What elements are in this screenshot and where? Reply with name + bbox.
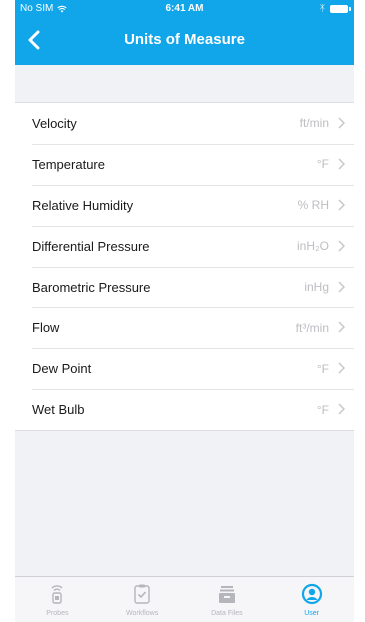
unit-value: °F: [316, 157, 329, 172]
units-list: Velocity ft/min Temperature °F Relative …: [15, 102, 354, 432]
unit-value: inH₂O: [297, 239, 329, 254]
tab-label: User: [304, 610, 320, 617]
unit-row-wet-bulb[interactable]: Wet Bulb °F: [15, 389, 354, 430]
unit-row-flow[interactable]: Flow ft³/min: [15, 307, 354, 348]
unit-label: Differential Pressure: [32, 238, 150, 254]
unit-label: Flow: [32, 320, 60, 336]
chevron-right-icon: [338, 281, 345, 293]
status-bar: No SIM 6:41 AM ᛡ: [15, 0, 354, 17]
unit-row-barometric-pressure[interactable]: Barometric Pressure inHg: [15, 266, 354, 308]
unit-value: % RH: [297, 198, 329, 213]
tab-workflows[interactable]: Workflows: [100, 577, 185, 622]
tab-label: Data Files: [211, 610, 243, 617]
user-icon: [301, 583, 322, 605]
unit-value: ft/min: [299, 116, 329, 131]
navigation-bar: Units of Measure: [15, 17, 354, 65]
unit-row-differential-pressure[interactable]: Differential Pressure inH₂O: [15, 225, 354, 267]
battery-icon: [330, 4, 351, 13]
bluetooth-icon: ᛡ: [319, 3, 325, 13]
unit-label: Temperature: [32, 156, 105, 172]
unit-value: inHg: [304, 280, 329, 294]
unit-value: °F: [316, 402, 329, 417]
status-right: ᛡ: [319, 3, 351, 13]
chevron-right-icon: [338, 321, 345, 333]
data-files-icon: [218, 586, 235, 603]
unit-label: Relative Humidity: [32, 197, 134, 213]
chevron-right-icon: [338, 240, 345, 252]
phone-screen: No SIM 6:41 AM ᛡ Units of Measure Veloci…: [15, 0, 354, 622]
unit-label: Wet Bulb: [32, 402, 85, 418]
chevron-right-icon: [338, 117, 345, 129]
tab-label: Probes: [46, 610, 69, 617]
unit-label: Velocity: [32, 115, 77, 131]
page-title: Units of Measure: [124, 31, 245, 48]
chevron-right-icon: [338, 158, 345, 170]
unit-row-dew-point[interactable]: Dew Point °F: [15, 348, 354, 389]
unit-row-relative-humidity[interactable]: Relative Humidity % RH: [15, 184, 354, 226]
tab-probes[interactable]: Probes: [15, 577, 100, 622]
tab-user[interactable]: User: [269, 577, 354, 622]
chevron-right-icon: [338, 362, 345, 374]
unit-value: ft³/min: [295, 320, 329, 335]
tab-bar: Probes Workflows Data Files User: [15, 576, 354, 622]
tab-label: Workflows: [126, 610, 159, 617]
status-time: 6:41 AM: [165, 3, 204, 14]
unit-value: °F: [316, 361, 329, 376]
unit-row-velocity[interactable]: Velocity ft/min: [15, 103, 354, 144]
tab-data-files[interactable]: Data Files: [185, 577, 270, 622]
clipboard-icon: [134, 584, 150, 604]
unit-row-temperature[interactable]: Temperature °F: [15, 143, 354, 185]
probe-icon: [51, 585, 63, 604]
chevron-right-icon: [338, 403, 345, 415]
unit-label: Dew Point: [32, 361, 92, 377]
chevron-right-icon: [338, 199, 345, 211]
unit-label: Barometric Pressure: [32, 279, 151, 295]
